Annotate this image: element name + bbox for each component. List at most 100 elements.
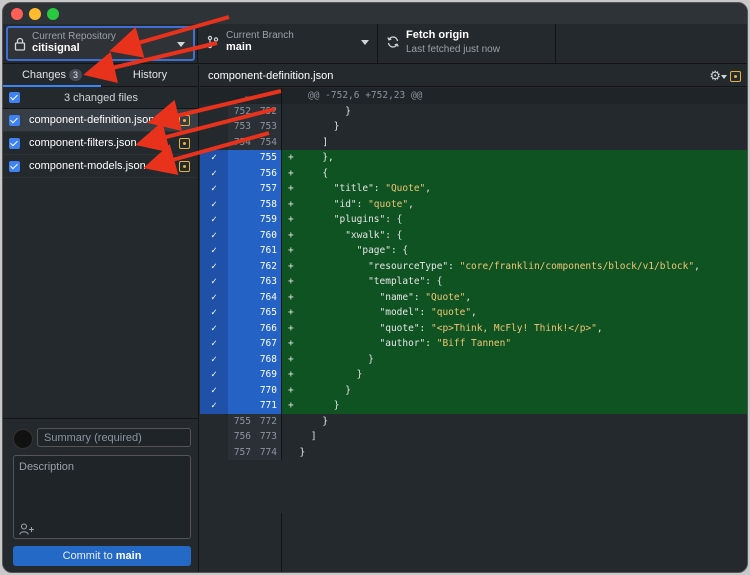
diff-context-line[interactable]: 756 773 ] [200,429,747,445]
line-select-checkmark-icon[interactable]: ✓ [200,305,228,321]
file-checkbox[interactable] [9,138,20,149]
tab-history[interactable]: History [101,65,199,87]
line-select-checkmark-icon[interactable]: ✓ [200,289,228,305]
code-text: + } [288,384,351,396]
line-select-checkmark-icon[interactable]: ✓ [200,382,228,398]
description-placeholder: Description [19,461,75,473]
line-number-old [228,165,254,181]
file-checkbox[interactable] [9,161,20,172]
diff-added-line[interactable]: ✓ 762 + "resourceType": "core/franklin/com… [200,258,747,274]
line-number-new: 753 [254,119,282,135]
line-select-checkmark-icon[interactable]: ✓ [200,196,228,212]
diff-added-line[interactable]: ✓ 760 + "xwalk": { [200,227,747,243]
zoom-window-button[interactable] [47,8,59,20]
tab-changes[interactable]: Changes 3 [3,65,101,87]
line-select-checkmark-icon[interactable]: ✓ [200,274,228,290]
diff-added-line[interactable]: ✓ 758 + "id": "quote", [200,196,747,212]
diff-context-line[interactable]: 752 752 } [200,103,747,119]
diff-added-line[interactable]: ✓ 757 + "title": "Quote", [200,181,747,197]
line-select-checkmark-icon[interactable]: ✓ [200,243,228,259]
diff-added-line[interactable]: ✓ 763 + "template": { [200,274,747,290]
line-number-new: 762 [254,258,282,274]
changed-files-count: 3 changed files [64,92,138,104]
minimize-window-button[interactable] [29,8,41,20]
line-number-new: 768 [254,351,282,367]
line-select-checkmark-icon[interactable]: ✓ [200,320,228,336]
hunk-header-row[interactable]: … @@ -752,6 +752,23 @@ [200,88,747,104]
line-select-checkmark-icon[interactable]: ✓ [200,150,228,166]
hunk-expand-marker[interactable]: … [228,88,254,104]
line-select-checkmark-icon[interactable]: ✓ [200,367,228,383]
diff-added-line[interactable]: ✓ 761 + "page": { [200,243,747,259]
modified-file-icon [179,161,190,172]
line-select-checkmark-icon[interactable]: ✓ [200,227,228,243]
line-select-checkmark-icon[interactable]: ✓ [200,212,228,228]
line-number-old [228,212,254,228]
line-select-checkmark-icon[interactable]: ✓ [200,181,228,197]
current-repository-button[interactable]: Current Repository citisignal [6,26,195,61]
line-select-checkmark-icon[interactable]: ✓ [200,336,228,352]
add-coauthor-icon[interactable] [19,523,35,535]
diff-added-line[interactable]: ✓ 768 + } [200,351,747,367]
code-text: + "model": "quote", [288,307,477,318]
line-number-old [228,258,254,274]
line-number-new: 765 [254,305,282,321]
diff-added-line[interactable]: ✓ 756 + { [200,165,747,181]
diff-added-line[interactable]: ✓ 766 + "quote": "<p>Think, McFly! Think!<… [200,320,747,336]
commit-button[interactable]: Commit to main [13,546,191,566]
modified-file-icon [179,138,190,149]
diff-added-line[interactable]: ✓ 771 + } [200,398,747,414]
diff-added-line[interactable]: ✓ 764 + "name": "Quote", [200,289,747,305]
commit-description-field[interactable]: Description [13,455,191,539]
line-number-old [228,243,254,259]
line-number-old: 756 [228,429,254,445]
diff-view: … @@ -752,6 +752,23 @@ 752 752 } 753 753 } 7… [200,88,747,460]
select-all-row: 3 changed files [3,87,198,109]
chevron-down-icon[interactable] [721,75,727,79]
diff-added-line[interactable]: ✓ 770 + } [200,382,747,398]
app-window: Current Repository citisignal Current Br… [2,2,748,573]
line-number-new: 773 [254,429,282,445]
line-number-old [228,289,254,305]
diff-added-line[interactable]: ✓ 767 + "author": "Biff Tannen" [200,336,747,352]
file-item-component-filters[interactable]: component-filters.json [3,132,198,155]
line-number-old: 755 [228,413,254,429]
file-checkbox[interactable] [9,115,20,126]
gear-icon[interactable]: ⚙ [709,68,721,84]
diff-file-title: component-definition.json [208,70,334,82]
line-select-checkmark-icon[interactable]: ✓ [200,165,228,181]
file-item-component-models[interactable]: component-models.json [3,155,198,178]
modified-file-icon [179,115,190,126]
diff-added-line[interactable]: ✓ 759 + "plugins": { [200,212,747,228]
chevron-down-icon [361,40,369,45]
fetch-origin-button[interactable]: Fetch origin Last fetched just now [378,24,556,64]
line-select-checkmark-icon[interactable]: ✓ [200,258,228,274]
diff-added-line[interactable]: ✓ 765 + "model": "quote", [200,305,747,321]
diff-context-line[interactable]: 754 754 ] [200,134,747,150]
line-select-checkmark-icon[interactable]: ✓ [200,351,228,367]
line-number-old [228,227,254,243]
last-fetched-text: Last fetched just now [406,44,500,55]
line-number-old [228,320,254,336]
line-number-new: 757 [254,181,282,197]
line-number-old [228,181,254,197]
fetch-origin-label: Fetch origin [406,29,469,41]
commit-summary-input[interactable] [37,428,191,447]
current-branch-button[interactable]: Current Branch main [198,24,378,64]
file-name: component-definition.json [29,114,155,126]
diff-added-line[interactable]: ✓ 755 + }, [200,150,747,166]
file-item-component-definition[interactable]: component-definition.json [3,109,198,132]
diff-context-line[interactable]: 757 774 } [200,444,747,460]
line-number-old [228,398,254,414]
line-number-new [254,88,282,104]
line-number-old: 753 [228,119,254,135]
line-number-new: 774 [254,444,282,460]
close-window-button[interactable] [11,8,23,20]
changes-sidebar: Changes 3 History 3 changed files compone… [3,65,199,572]
diff-context-line[interactable]: 755 772 } [200,413,747,429]
diff-added-line[interactable]: ✓ 769 + } [200,367,747,383]
diff-context-line[interactable]: 753 753 } [200,119,747,135]
code-text: } [288,105,351,117]
gutter-filler [200,513,282,572]
line-select-checkmark-icon[interactable]: ✓ [200,398,228,414]
